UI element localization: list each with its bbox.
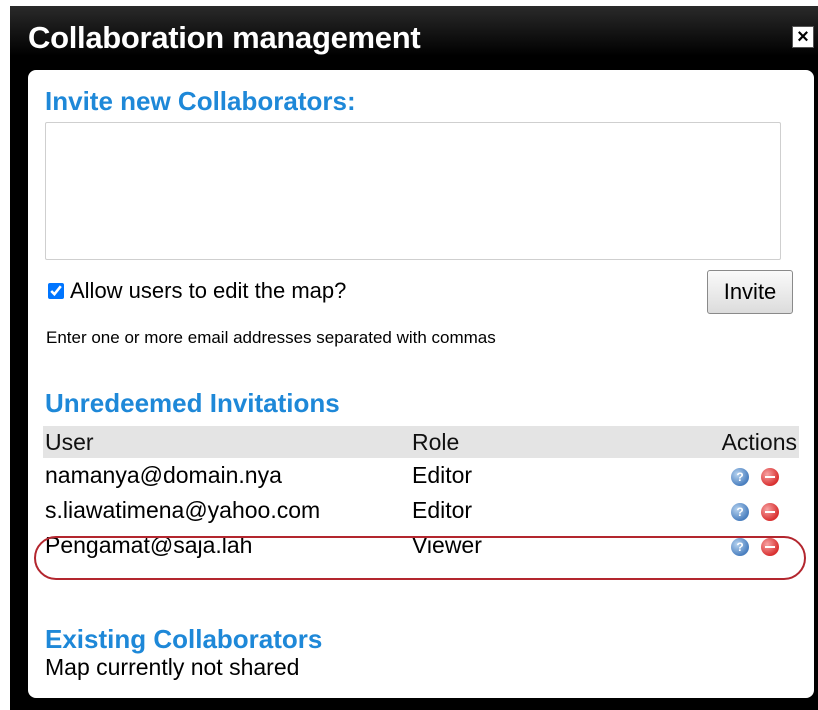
invite-hint: Enter one or more email addresses separa… [46, 328, 496, 347]
table-row: namanya@domain.nya Editor ? [43, 458, 799, 493]
row-actions: ? [664, 493, 799, 528]
invite-emails-input[interactable] [45, 122, 781, 260]
allow-edit-row[interactable]: Allow users to edit the map? [48, 278, 346, 304]
sharing-status: Map currently not shared [45, 654, 300, 680]
row-role: Editor [412, 497, 473, 523]
remove-icon[interactable] [761, 537, 779, 556]
row-actions: ? [664, 458, 799, 493]
row-user: Pengamat@saja.lah [45, 532, 253, 558]
help-icon[interactable]: ? [731, 467, 749, 486]
row-user: namanya@domain.nya [45, 462, 282, 488]
invite-heading: Invite new Collaborators: [45, 86, 356, 116]
row-actions: ? [664, 528, 799, 563]
row-role: Editor [412, 462, 473, 488]
table-header-row: User Role Actions [43, 426, 799, 458]
dialog-panel: Invite new Collaborators: Allow users to… [28, 70, 814, 698]
collaboration-dialog: Collaboration management × Invite new Co… [10, 6, 818, 710]
column-actions: Actions [664, 426, 799, 458]
close-icon: × [797, 26, 809, 48]
row-user: s.liawatimena@yahoo.com [45, 497, 321, 523]
row-role: Viewer [412, 532, 482, 558]
remove-icon[interactable] [761, 502, 779, 521]
allow-edit-label: Allow users to edit the map? [70, 278, 347, 303]
close-button[interactable]: × [792, 26, 814, 48]
unredeemed-heading: Unredeemed Invitations [45, 388, 340, 418]
table-row: Pengamat@saja.lah Viewer ? [43, 528, 799, 563]
table-row: s.liawatimena@yahoo.com Editor ? [43, 493, 799, 528]
invitations-table: User Role Actions namanya@domain.nya Edi… [43, 426, 799, 563]
remove-icon[interactable] [761, 467, 779, 486]
column-user: User [43, 426, 410, 458]
dialog-title: Collaboration management [28, 20, 421, 55]
invite-button[interactable]: Invite [707, 270, 793, 314]
help-icon[interactable]: ? [731, 537, 749, 556]
column-role: Role [410, 426, 664, 458]
help-icon[interactable]: ? [731, 502, 749, 521]
existing-heading: Existing Collaborators [45, 624, 323, 654]
allow-edit-checkbox[interactable] [48, 283, 64, 299]
